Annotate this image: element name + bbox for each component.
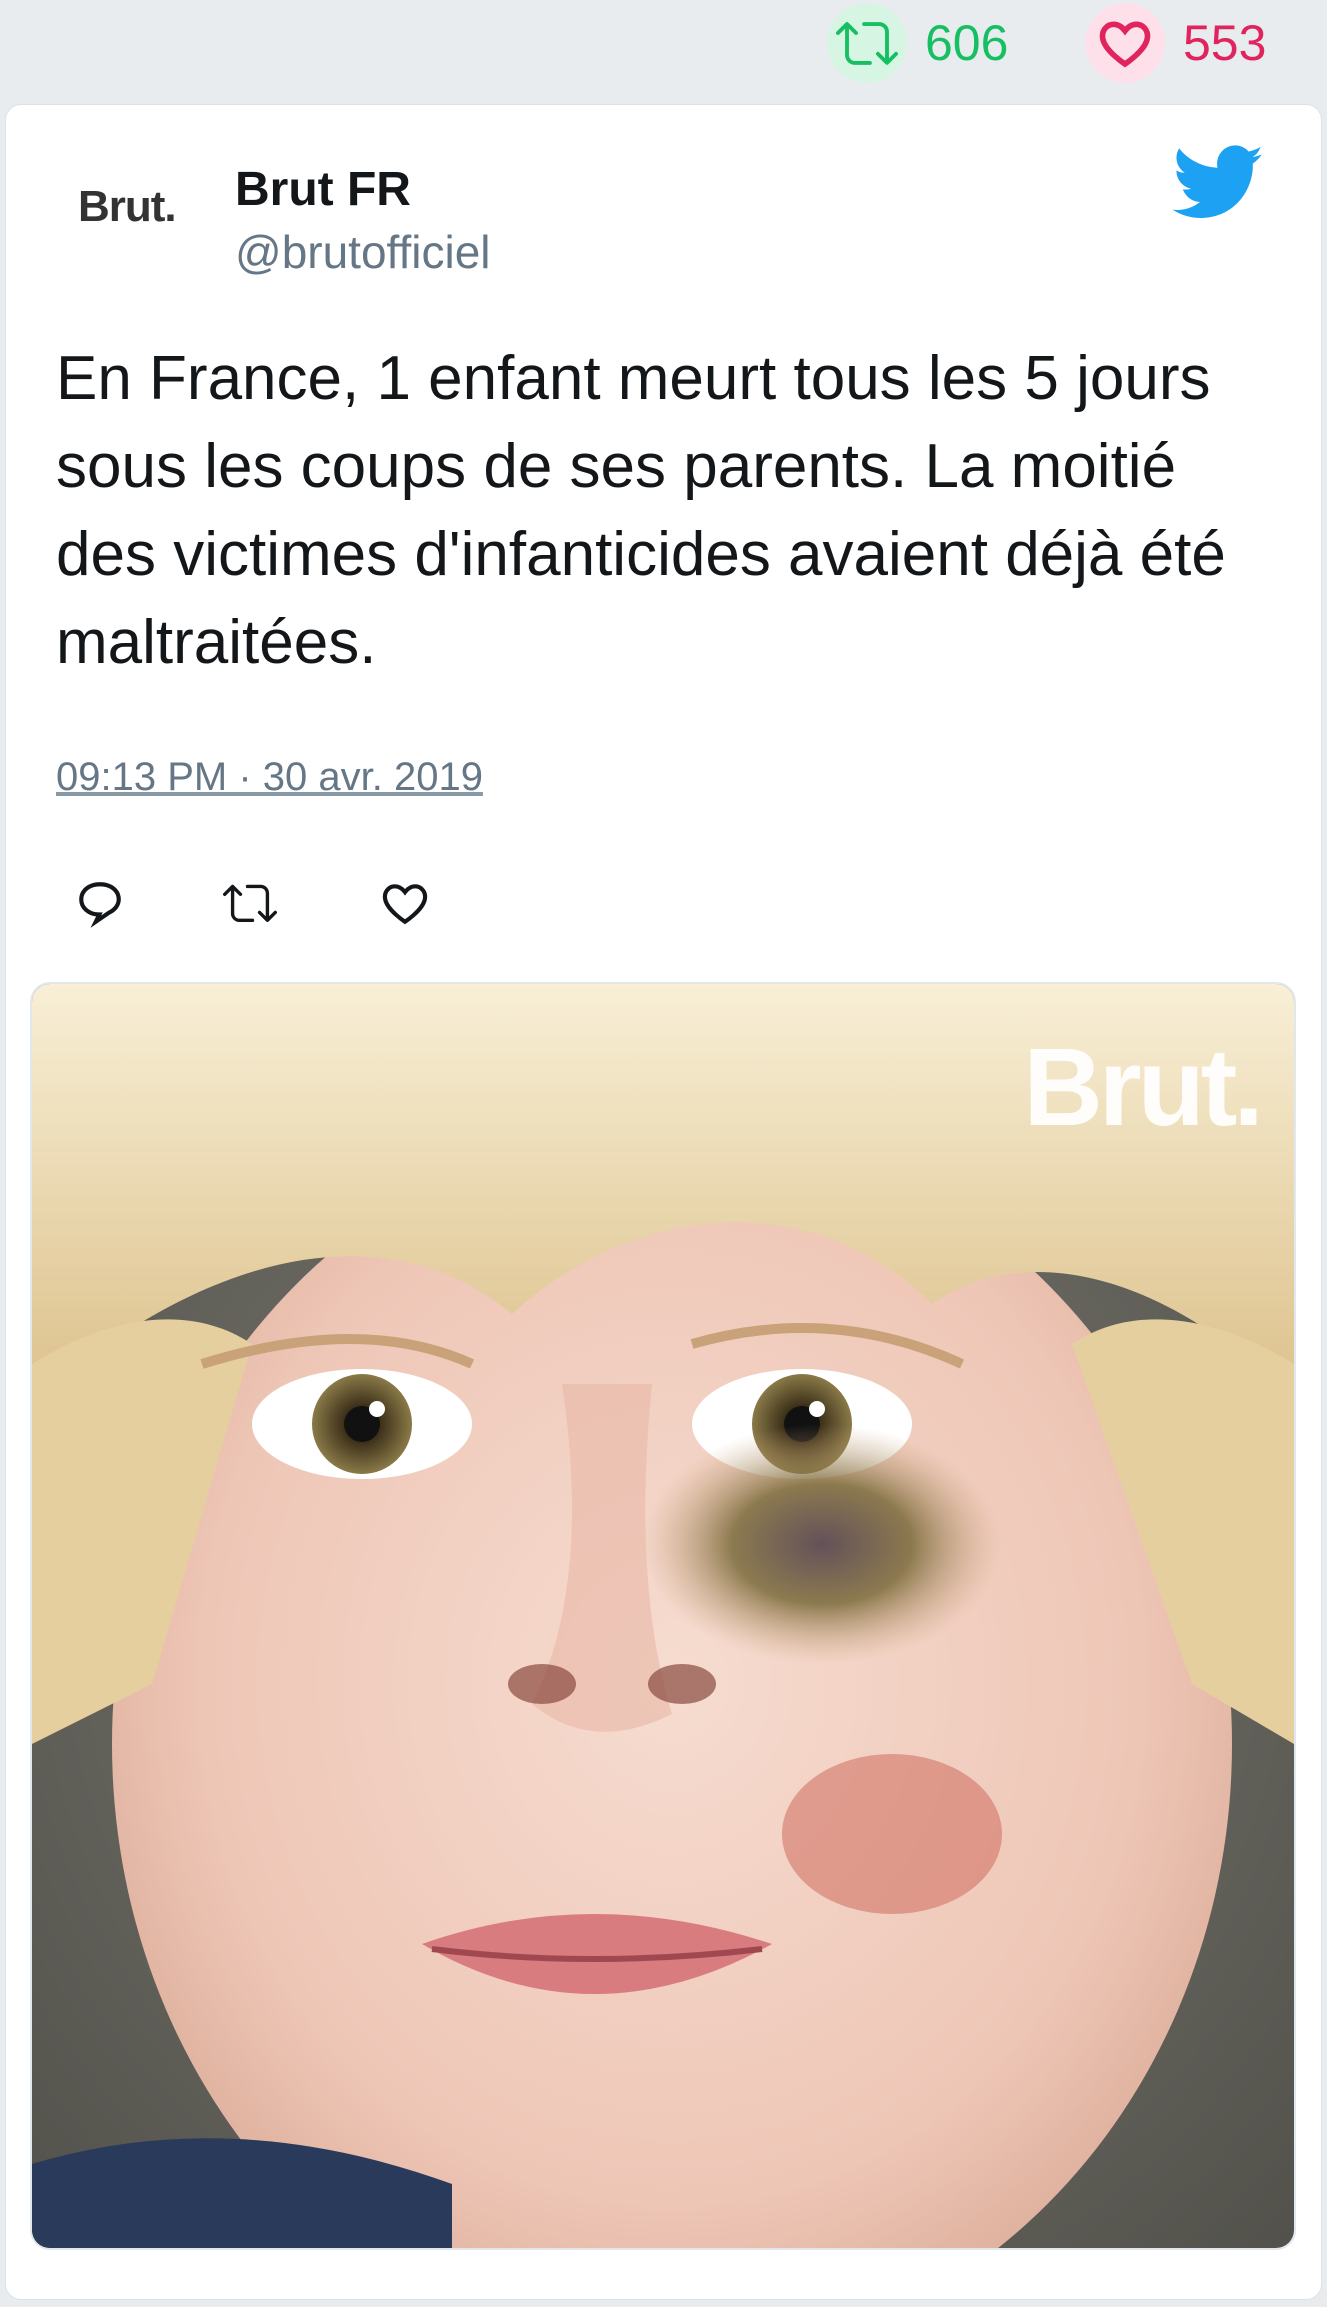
- brand-watermark: Brut.: [1023, 1026, 1264, 1149]
- author-handle[interactable]: @brutofficiel: [235, 225, 491, 279]
- reply-button[interactable]: [72, 875, 128, 931]
- reply-icon: [79, 882, 121, 928]
- retweet-icon: [223, 884, 277, 923]
- tweet-media-image[interactable]: Brut.: [30, 982, 1296, 2250]
- twitter-bird-icon[interactable]: [1172, 145, 1265, 226]
- retweet-count: 606: [925, 14, 1009, 71]
- tweet-text: En France, 1 enfant meurt tous les 5 jou…: [56, 344, 1226, 677]
- avatar[interactable]: Brut.: [78, 182, 177, 232]
- author-name[interactable]: Brut FR: [235, 162, 411, 217]
- like-stat[interactable]: 553: [1085, 0, 1266, 85]
- retweet-icon: [827, 2, 907, 83]
- retweet-button[interactable]: [222, 875, 278, 931]
- child-portrait-photo: [32, 984, 1294, 2248]
- like-button[interactable]: [377, 875, 433, 931]
- engagement-bar: 606 553: [0, 0, 1327, 95]
- heart-icon: [1085, 2, 1165, 83]
- like-count: 553: [1183, 14, 1267, 71]
- like-icon: [382, 884, 428, 925]
- tweet-timestamp[interactable]: 09:13 PM · 30 avr. 2019: [56, 755, 483, 800]
- retweet-stat[interactable]: 606: [827, 0, 1008, 85]
